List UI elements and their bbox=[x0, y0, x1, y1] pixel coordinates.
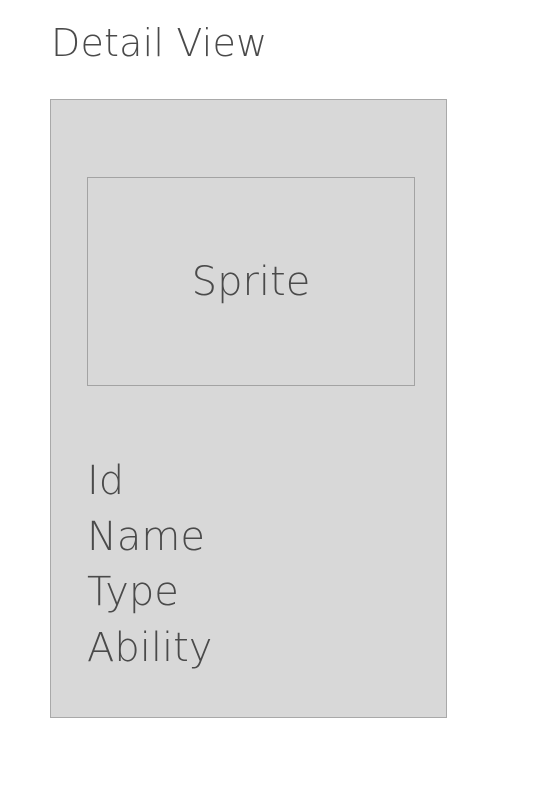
field-id: Id bbox=[87, 458, 125, 504]
field-ability: Ability bbox=[87, 624, 213, 671]
detail-card: Sprite Id Name Type Ability bbox=[50, 99, 447, 718]
sprite-label: Sprite bbox=[191, 258, 311, 305]
page-title: Detail View bbox=[51, 21, 268, 65]
field-name: Name bbox=[87, 513, 206, 560]
field-list: Id Name Type Ability bbox=[87, 454, 212, 676]
field-type: Type bbox=[87, 569, 179, 615]
sprite-placeholder: Sprite bbox=[87, 177, 415, 386]
